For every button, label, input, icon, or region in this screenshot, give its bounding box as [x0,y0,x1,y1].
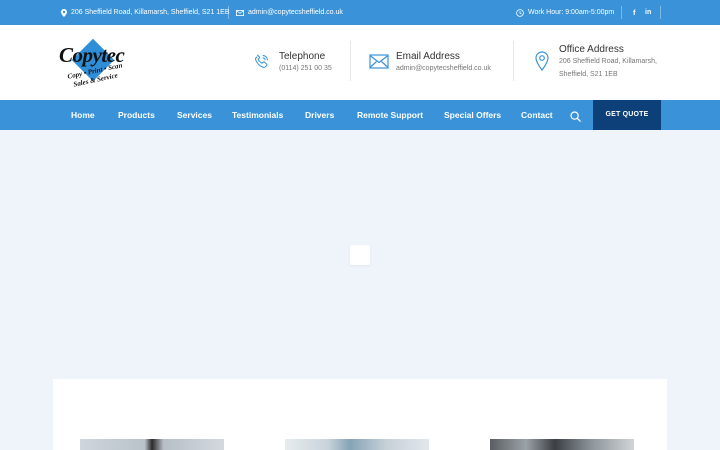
site-header: Copytec Copy • Print • Scan Sales & Serv… [0,25,720,100]
contact-email: Email Address admin@copytecsheffield.co.… [369,25,509,100]
contact-telephone: Telephone (0114) 251 00 35 [252,25,347,100]
get-quote-button[interactable]: GET QUOTE [593,100,661,130]
main-nav: Home Products Services Testimonials Driv… [0,100,720,130]
topbar-address-text: 206 Sheffield Road, Killamarsh, Sheffiel… [71,9,230,16]
nav-item-products[interactable]: Products [118,100,155,130]
nav-item-testimonials[interactable]: Testimonials [232,100,283,130]
nav-item-drivers[interactable]: Drivers [305,100,334,130]
envelope-icon [369,54,389,74]
office-title: Office Address [559,44,624,55]
loading-spinner [350,245,370,265]
top-bar: 206 Sheffield Road, Killamarsh, Sheffiel… [0,0,720,25]
office-address-line2: Sheffield, S21 1EB [559,70,618,78]
contact-office: Office Address 206 Sheffield Road, Killa… [534,25,674,100]
email-title: Email Address [396,51,460,62]
topbar-email[interactable]: admin@copytecsheffield.co.uk [236,0,343,25]
envelope-icon [236,9,244,16]
site-logo[interactable]: Copytec Copy • Print • Scan Sales & Serv… [57,37,129,89]
search-icon[interactable] [570,109,581,127]
nav-item-services[interactable]: Services [177,100,212,130]
map-pin-icon [535,51,549,76]
topbar-divider [228,6,229,19]
topbar-hours: Work Hour: 9:00am-5:00pm [516,0,614,25]
telephone-title: Telephone [279,51,326,62]
topbar-email-text[interactable]: admin@copytecsheffield.co.uk [248,9,343,16]
card-image-person[interactable] [80,439,224,450]
card-image-equipment[interactable] [490,439,634,450]
phone-icon [252,52,271,76]
topbar-address: 206 Sheffield Road, Killamarsh, Sheffiel… [61,0,230,25]
map-pin-icon [61,8,67,17]
office-address-line1: 206 Sheffield Road, Killamarsh, [559,58,657,65]
nav-item-home[interactable]: Home [71,100,95,130]
clock-icon [516,8,524,17]
topbar-divider [660,6,661,19]
topbar-hours-text: Work Hour: 9:00am-5:00pm [528,9,615,16]
topbar-divider [621,6,622,19]
telephone-number[interactable]: (0114) 251 00 35 [279,63,332,76]
card-image-office[interactable] [285,439,429,450]
facebook-icon-glyph[interactable]: f [633,8,636,17]
facebook-icon[interactable]: f [633,0,636,25]
linkedin-icon-glyph[interactable]: in [645,9,651,16]
header-divider [350,41,351,81]
nav-item-special-offers[interactable]: Special Offers [444,100,501,130]
email-value[interactable]: admin@copytecsheffield.co.uk [396,63,491,76]
nav-item-remote-support[interactable]: Remote Support [357,100,423,130]
linkedin-icon[interactable]: in [645,0,651,25]
nav-item-contact[interactable]: Contact [521,100,553,130]
header-divider [513,41,514,81]
